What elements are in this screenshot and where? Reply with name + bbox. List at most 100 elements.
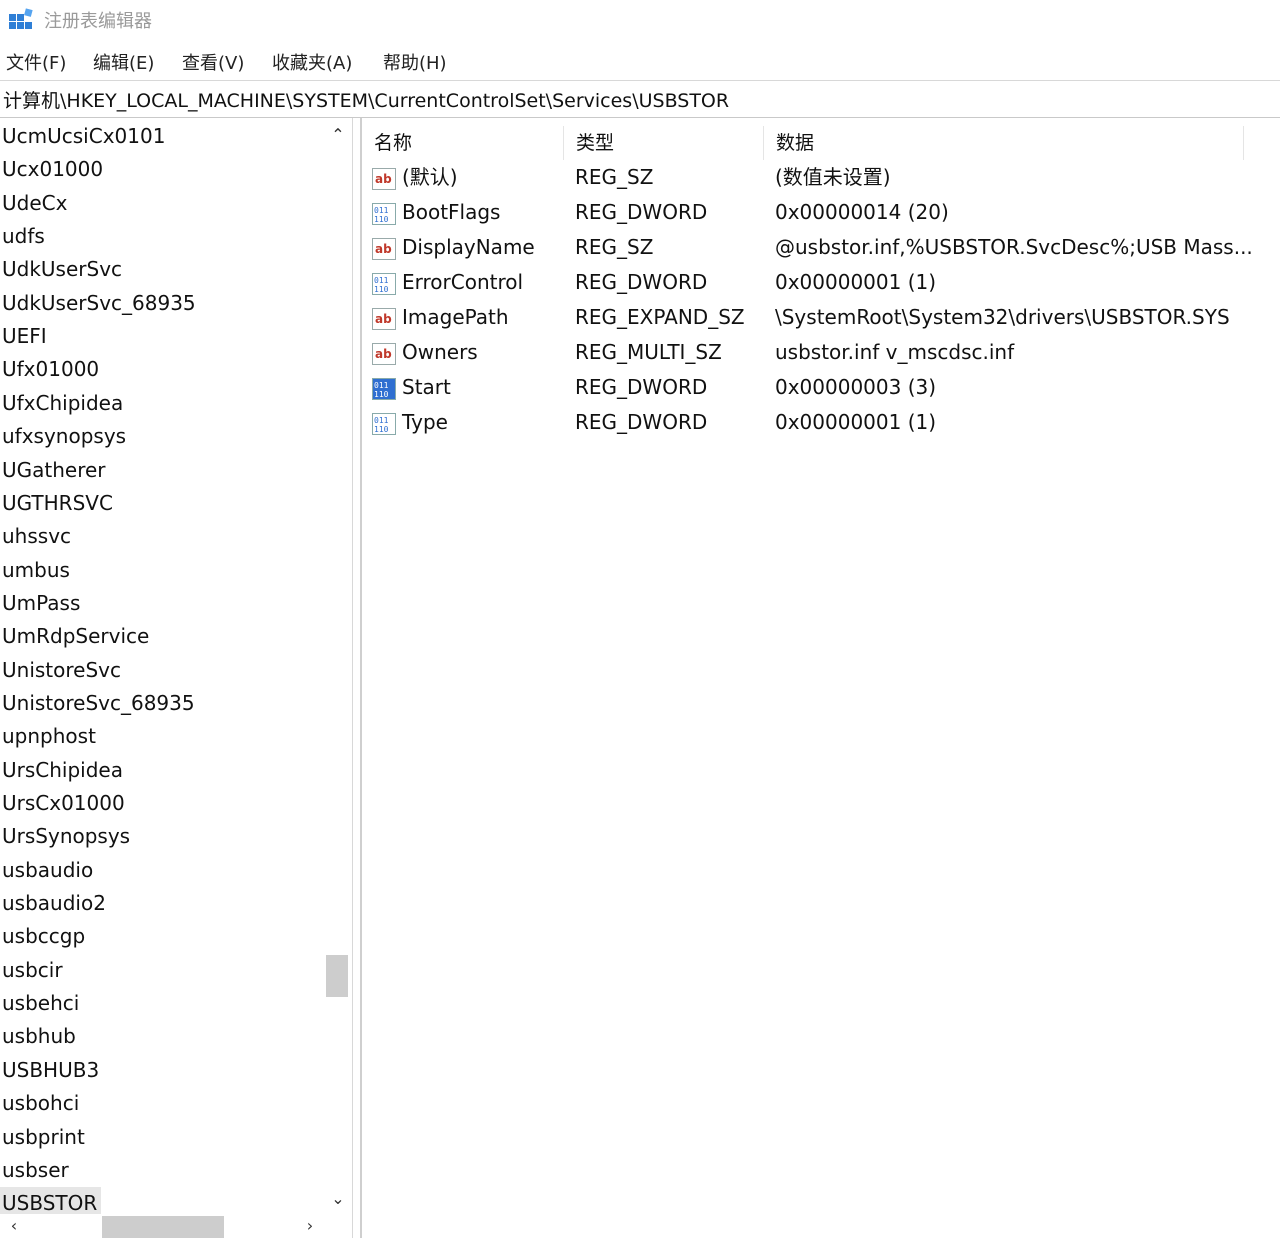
registry-editor-app-icon xyxy=(9,8,33,29)
tree-item-ufx01000[interactable]: Ufx01000 xyxy=(0,353,99,385)
tree-item-ufxsynopsys[interactable]: ufxsynopsys xyxy=(0,420,126,452)
address-path[interactable]: 计算机\HKEY_LOCAL_MACHINE\SYSTEM\CurrentCon… xyxy=(3,86,729,113)
tree-item-usbhub3[interactable]: USBHUB3 xyxy=(0,1054,99,1086)
tree-item-udfs[interactable]: udfs xyxy=(0,220,45,252)
tree-item-upnphost[interactable]: upnphost xyxy=(0,720,96,752)
tree-item-ucx01000[interactable]: Ucx01000 xyxy=(0,153,103,185)
tree-item-umbus[interactable]: umbus xyxy=(0,554,70,586)
tree-item-udkusersvc[interactable]: UdkUserSvc xyxy=(0,253,122,285)
svg-text:ab: ab xyxy=(375,347,392,361)
string-value-icon: ab xyxy=(372,306,396,330)
tree-item-usbhub[interactable]: usbhub xyxy=(0,1020,76,1052)
value-row[interactable]: ab ImagePath REG_EXPAND_SZ \SystemRoot\Syst… xyxy=(362,300,1280,335)
svg-text:110: 110 xyxy=(374,425,389,434)
column-header-type[interactable]: 类型 xyxy=(564,126,764,160)
value-data: usbstor.inf v_mscdsc.inf xyxy=(775,340,1015,364)
pane-splitter[interactable] xyxy=(352,118,362,1238)
tree-item-unistoresvc[interactable]: UnistoreSvc xyxy=(0,654,121,686)
menu-favorites[interactable]: 收藏夹(A) xyxy=(272,49,352,75)
tree-item-umrdpservice[interactable]: UmRdpService xyxy=(0,620,149,652)
tree-item-usbaudio[interactable]: usbaudio xyxy=(0,854,93,886)
scroll-left-arrow-icon[interactable]: ‹ xyxy=(4,1214,24,1238)
value-type: REG_EXPAND_SZ xyxy=(575,305,745,329)
scroll-right-arrow-icon[interactable]: › xyxy=(300,1214,320,1238)
value-data: \SystemRoot\System32\drivers\USBSTOR.SYS xyxy=(775,305,1230,329)
tree-item-ugthrsvc[interactable]: UGTHRSVC xyxy=(0,487,113,519)
binary-value-icon: 011 110 xyxy=(372,411,396,435)
value-data: 0x00000001 (1) xyxy=(775,270,937,294)
svg-text:011: 011 xyxy=(374,381,389,390)
value-row[interactable]: 011 110 BootFlags REG_DWORD 0x00000014 (20) xyxy=(362,195,1280,230)
value-name: DisplayName xyxy=(402,235,535,259)
tree-item-urscx01000[interactable]: UrsCx01000 xyxy=(0,787,125,819)
menu-file[interactable]: 文件(F) xyxy=(6,49,66,75)
value-data: @usbstor.inf,%USBSTOR.SvcDesc%;USB Mass.… xyxy=(775,235,1253,259)
value-row[interactable]: ab DisplayName REG_SZ @usbstor.inf,%USBSTOR… xyxy=(362,230,1280,265)
value-data: (数值未设置) xyxy=(775,165,891,189)
tree-item-unistoresvc-68935[interactable]: UnistoreSvc_68935 xyxy=(0,687,195,719)
tree-item-urssynopsys[interactable]: UrsSynopsys xyxy=(0,820,130,852)
value-name: Start xyxy=(402,375,451,399)
key-tree: UcmUcsiCx0101 Ucx01000 UdeCx udfs UdkUserSvc… xyxy=(0,118,352,1238)
value-name: Type xyxy=(402,410,448,434)
svg-text:110: 110 xyxy=(374,285,389,294)
string-value-icon: ab xyxy=(372,236,396,260)
tree-item-uhssvc[interactable]: uhssvc xyxy=(0,520,71,552)
value-name: BootFlags xyxy=(402,200,501,224)
tree-vertical-scrollbar[interactable]: ⌃ ⌄ xyxy=(326,118,350,1216)
menu-bar: 文件(F) 编辑(E) 查看(V) 收藏夹(A) 帮助(H) xyxy=(0,44,1280,76)
value-name: Owners xyxy=(402,340,478,364)
tree-item-usbcir[interactable]: usbcir xyxy=(0,954,63,986)
value-row[interactable]: 011 110 ErrorControl REG_DWORD 0x00000001 (1… xyxy=(362,265,1280,300)
tree-horizontal-scrollbar[interactable]: ‹ › xyxy=(0,1214,326,1238)
menu-help[interactable]: 帮助(H) xyxy=(383,49,447,75)
tree-item-umpass[interactable]: UmPass xyxy=(0,587,80,619)
string-value-icon: ab xyxy=(372,341,396,365)
tree-item-usbehci[interactable]: usbehci xyxy=(0,987,79,1019)
window-title: 注册表编辑器 xyxy=(44,11,152,32)
column-header-data[interactable]: 数据 xyxy=(764,126,1244,160)
value-row[interactable]: ab Owners REG_MULTI_SZ usbstor.inf v_mscdsc… xyxy=(362,335,1280,370)
menu-view[interactable]: 查看(V) xyxy=(182,49,244,75)
tree-item-usbprint[interactable]: usbprint xyxy=(0,1121,85,1153)
value-name: ImagePath xyxy=(402,305,509,329)
svg-text:110: 110 xyxy=(374,390,389,399)
scroll-up-arrow-icon[interactable]: ⌃ xyxy=(326,124,350,146)
address-bar[interactable]: 计算机\HKEY_LOCAL_MACHINE\SYSTEM\CurrentCon… xyxy=(0,80,1280,118)
value-type: REG_DWORD xyxy=(575,410,708,434)
binary-value-icon: 011 110 xyxy=(372,201,396,225)
svg-text:ab: ab xyxy=(375,242,392,256)
svg-text:011: 011 xyxy=(374,206,389,215)
svg-text:110: 110 xyxy=(374,215,389,224)
tree-item-uefi[interactable]: UEFI xyxy=(0,320,47,352)
tree-item-usbohci[interactable]: usbohci xyxy=(0,1087,79,1119)
tree-item-urschipidea[interactable]: UrsChipidea xyxy=(0,754,123,786)
tree-item-ugatherer[interactable]: UGatherer xyxy=(0,454,106,486)
scroll-down-arrow-icon[interactable]: ⌄ xyxy=(326,1188,350,1210)
value-type: REG_DWORD xyxy=(575,375,708,399)
svg-text:ab: ab xyxy=(375,312,392,326)
tree-item-usbser[interactable]: usbser xyxy=(0,1154,69,1186)
tree-item-ufxchipidea[interactable]: UfxChipidea xyxy=(0,387,123,419)
value-data: 0x00000014 (20) xyxy=(775,200,949,224)
tree-item-usbccgp[interactable]: usbccgp xyxy=(0,920,85,952)
value-row[interactable]: 011 110 Start REG_DWORD 0x00000003 (3) xyxy=(362,370,1280,405)
value-name: (默认) xyxy=(402,165,458,189)
column-header-name[interactable]: 名称 xyxy=(362,126,564,160)
vertical-scroll-thumb[interactable] xyxy=(326,955,348,997)
horizontal-scroll-thumb[interactable] xyxy=(102,1216,224,1238)
value-name: ErrorControl xyxy=(402,270,524,294)
value-row[interactable]: 011 110 Type REG_DWORD 0x00000001 (1) xyxy=(362,405,1280,440)
menu-edit[interactable]: 编辑(E) xyxy=(93,49,154,75)
value-data: 0x00000001 (1) xyxy=(775,410,937,434)
value-data: 0x00000003 (3) xyxy=(775,375,937,399)
value-type: REG_MULTI_SZ xyxy=(575,340,722,364)
value-row[interactable]: ab (默认) REG_SZ (数值未设置) xyxy=(362,160,1280,195)
value-type: REG_SZ xyxy=(575,235,654,259)
tree-item-usbaudio2[interactable]: usbaudio2 xyxy=(0,887,106,919)
tree-item-udkusersvc-68935[interactable]: UdkUserSvc_68935 xyxy=(0,287,196,319)
binary-value-icon: 011 110 xyxy=(372,271,396,295)
tree-item-ucmucsicx0101[interactable]: UcmUcsiCx0101 xyxy=(0,120,165,152)
tree-item-udecx[interactable]: UdeCx xyxy=(0,187,67,219)
svg-text:011: 011 xyxy=(374,416,389,425)
